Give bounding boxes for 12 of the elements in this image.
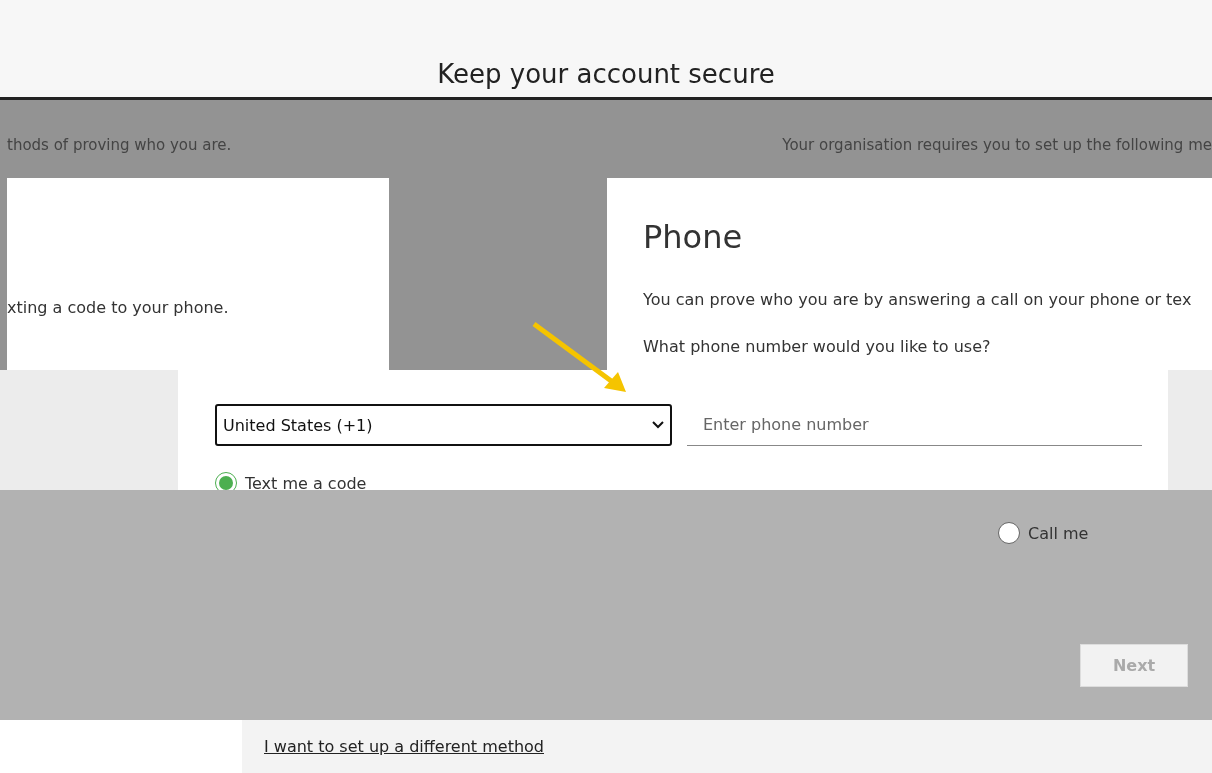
intro-text: thods of proving who you are. (7, 136, 232, 156)
card-description: You can prove who you are by answering a call on your phone or tex (643, 290, 1193, 309)
country-select[interactable]: United States (+1) (215, 404, 672, 446)
card-title: Phone (643, 218, 744, 256)
different-method-link[interactable]: I want to set up a different method (264, 737, 544, 756)
question-text: What phone number would you like to use? (643, 337, 992, 356)
page-title: Keep your account secure (437, 59, 775, 89)
intro-text: Your organisation requires you to set up the following me (782, 136, 1212, 156)
radio-icon (998, 522, 1020, 544)
chevron-down-icon (652, 421, 664, 429)
card-text: xting a code to your phone. (7, 298, 229, 317)
radio-option[interactable]: Call me (998, 522, 1089, 544)
